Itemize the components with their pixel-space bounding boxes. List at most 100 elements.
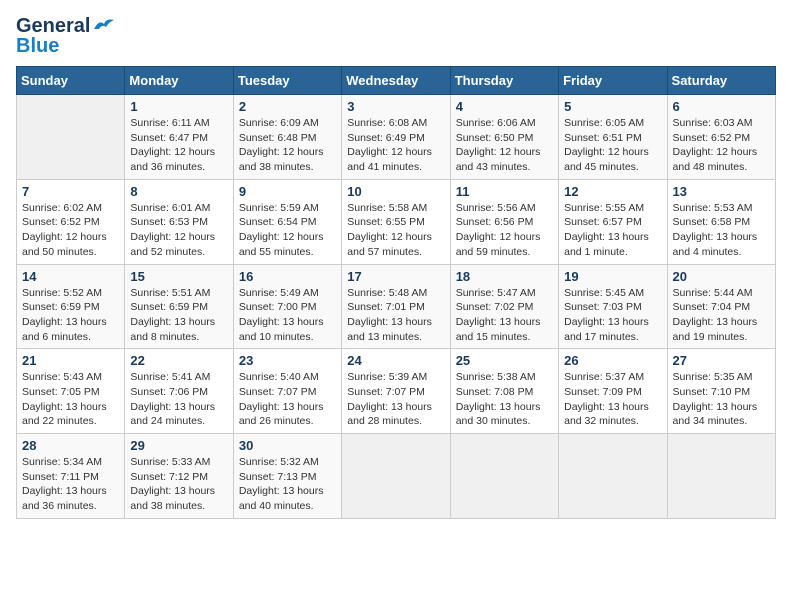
day-number: 27 [673, 353, 770, 368]
day-number: 18 [456, 269, 553, 284]
day-info: Sunrise: 5:52 AM Sunset: 6:59 PM Dayligh… [22, 286, 119, 345]
day-info: Sunrise: 6:08 AM Sunset: 6:49 PM Dayligh… [347, 116, 444, 175]
weekday-header-tuesday: Tuesday [233, 67, 341, 95]
day-info: Sunrise: 5:59 AM Sunset: 6:54 PM Dayligh… [239, 201, 336, 260]
day-info: Sunrise: 5:38 AM Sunset: 7:08 PM Dayligh… [456, 370, 553, 429]
day-info: Sunrise: 5:39 AM Sunset: 7:07 PM Dayligh… [347, 370, 444, 429]
weekday-header-sunday: Sunday [17, 67, 125, 95]
day-info: Sunrise: 5:53 AM Sunset: 6:58 PM Dayligh… [673, 201, 770, 260]
calendar-cell: 29 Sunrise: 5:33 AM Sunset: 7:12 PM Dayli… [125, 434, 233, 519]
day-number: 3 [347, 99, 444, 114]
day-info: Sunrise: 5:51 AM Sunset: 6:59 PM Dayligh… [130, 286, 227, 345]
day-number: 10 [347, 184, 444, 199]
calendar-cell: 28 Sunrise: 5:34 AM Sunset: 7:11 PM Dayli… [17, 434, 125, 519]
calendar-cell: 12 Sunrise: 5:55 AM Sunset: 6:57 PM Dayli… [559, 179, 667, 264]
day-number: 23 [239, 353, 336, 368]
calendar-cell [450, 434, 558, 519]
logo-text: General Blue [16, 16, 114, 56]
day-number: 13 [673, 184, 770, 199]
calendar-cell: 24 Sunrise: 5:39 AM Sunset: 7:07 PM Dayli… [342, 349, 450, 434]
day-info: Sunrise: 6:02 AM Sunset: 6:52 PM Dayligh… [22, 201, 119, 260]
calendar-cell: 19Sunrise: 5:45 AM Sunset: 7:03 PM Dayli… [559, 264, 667, 349]
calendar-week-row: 28 Sunrise: 5:34 AM Sunset: 7:11 PM Dayli… [17, 434, 776, 519]
day-info: Sunrise: 5:49 AM Sunset: 7:00 PM Dayligh… [239, 286, 336, 345]
calendar-cell: 23Sunrise: 5:40 AM Sunset: 7:07 PM Dayli… [233, 349, 341, 434]
day-info: Sunrise: 5:56 AM Sunset: 6:56 PM Dayligh… [456, 201, 553, 260]
weekday-header-wednesday: Wednesday [342, 67, 450, 95]
day-number: 19 [564, 269, 661, 284]
day-number: 25 [456, 353, 553, 368]
day-number: 1 [130, 99, 227, 114]
calendar-cell: 8 Sunrise: 6:01 AM Sunset: 6:53 PM Daylig… [125, 179, 233, 264]
day-number: 24 [347, 353, 444, 368]
day-info: Sunrise: 6:09 AM Sunset: 6:48 PM Dayligh… [239, 116, 336, 175]
calendar-table: SundayMondayTuesdayWednesdayThursdayFrid… [16, 66, 776, 519]
day-info: Sunrise: 5:32 AM Sunset: 7:13 PM Dayligh… [239, 455, 336, 514]
day-info: Sunrise: 5:43 AM Sunset: 7:05 PM Dayligh… [22, 370, 119, 429]
calendar-cell: 20Sunrise: 5:44 AM Sunset: 7:04 PM Dayli… [667, 264, 775, 349]
day-number: 26 [564, 353, 661, 368]
day-info: Sunrise: 5:37 AM Sunset: 7:09 PM Dayligh… [564, 370, 661, 429]
calendar-cell: 17 Sunrise: 5:48 AM Sunset: 7:01 PM Dayli… [342, 264, 450, 349]
calendar-cell: 14Sunrise: 5:52 AM Sunset: 6:59 PM Dayli… [17, 264, 125, 349]
day-number: 2 [239, 99, 336, 114]
calendar-cell: 11 Sunrise: 5:56 AM Sunset: 6:56 PM Dayli… [450, 179, 558, 264]
day-info: Sunrise: 6:01 AM Sunset: 6:53 PM Dayligh… [130, 201, 227, 260]
calendar-cell: 30Sunrise: 5:32 AM Sunset: 7:13 PM Dayli… [233, 434, 341, 519]
calendar-cell: 27Sunrise: 5:35 AM Sunset: 7:10 PM Dayli… [667, 349, 775, 434]
logo: General Blue [16, 16, 114, 56]
calendar-cell: 6 Sunrise: 6:03 AM Sunset: 6:52 PM Daylig… [667, 95, 775, 180]
calendar-cell: 1 Sunrise: 6:11 AM Sunset: 6:47 PM Daylig… [125, 95, 233, 180]
day-number: 22 [130, 353, 227, 368]
day-info: Sunrise: 5:48 AM Sunset: 7:01 PM Dayligh… [347, 286, 444, 345]
calendar-cell: 4 Sunrise: 6:06 AM Sunset: 6:50 PM Daylig… [450, 95, 558, 180]
page-header: General Blue [16, 16, 776, 56]
weekday-header-thursday: Thursday [450, 67, 558, 95]
day-info: Sunrise: 5:55 AM Sunset: 6:57 PM Dayligh… [564, 201, 661, 260]
day-info: Sunrise: 6:03 AM Sunset: 6:52 PM Dayligh… [673, 116, 770, 175]
calendar-week-row: 21Sunrise: 5:43 AM Sunset: 7:05 PM Dayli… [17, 349, 776, 434]
calendar-cell [342, 434, 450, 519]
calendar-cell: 22 Sunrise: 5:41 AM Sunset: 7:06 PM Dayli… [125, 349, 233, 434]
day-number: 11 [456, 184, 553, 199]
day-number: 20 [673, 269, 770, 284]
calendar-cell: 3 Sunrise: 6:08 AM Sunset: 6:49 PM Daylig… [342, 95, 450, 180]
calendar-cell [17, 95, 125, 180]
calendar-week-row: 14Sunrise: 5:52 AM Sunset: 6:59 PM Dayli… [17, 264, 776, 349]
day-number: 16 [239, 269, 336, 284]
day-number: 15 [130, 269, 227, 284]
calendar-header-row: SundayMondayTuesdayWednesdayThursdayFrid… [17, 67, 776, 95]
calendar-cell: 13 Sunrise: 5:53 AM Sunset: 6:58 PM Dayli… [667, 179, 775, 264]
calendar-cell: 26 Sunrise: 5:37 AM Sunset: 7:09 PM Dayli… [559, 349, 667, 434]
calendar-cell: 10 Sunrise: 5:58 AM Sunset: 6:55 PM Dayli… [342, 179, 450, 264]
day-number: 7 [22, 184, 119, 199]
day-info: Sunrise: 5:34 AM Sunset: 7:11 PM Dayligh… [22, 455, 119, 514]
weekday-header-friday: Friday [559, 67, 667, 95]
weekday-header-saturday: Saturday [667, 67, 775, 95]
day-info: Sunrise: 5:33 AM Sunset: 7:12 PM Dayligh… [130, 455, 227, 514]
day-number: 29 [130, 438, 227, 453]
calendar-cell: 9Sunrise: 5:59 AM Sunset: 6:54 PM Daylig… [233, 179, 341, 264]
logo-blue-text: Blue [16, 36, 114, 56]
calendar-cell [559, 434, 667, 519]
day-number: 12 [564, 184, 661, 199]
day-number: 4 [456, 99, 553, 114]
calendar-cell: 2 Sunrise: 6:09 AM Sunset: 6:48 PM Daylig… [233, 95, 341, 180]
calendar-cell: 5 Sunrise: 6:05 AM Sunset: 6:51 PM Daylig… [559, 95, 667, 180]
day-number: 28 [22, 438, 119, 453]
day-info: Sunrise: 5:58 AM Sunset: 6:55 PM Dayligh… [347, 201, 444, 260]
calendar-cell: 25 Sunrise: 5:38 AM Sunset: 7:08 PM Dayli… [450, 349, 558, 434]
day-number: 6 [673, 99, 770, 114]
day-info: Sunrise: 6:06 AM Sunset: 6:50 PM Dayligh… [456, 116, 553, 175]
calendar-cell: 21Sunrise: 5:43 AM Sunset: 7:05 PM Dayli… [17, 349, 125, 434]
day-info: Sunrise: 6:11 AM Sunset: 6:47 PM Dayligh… [130, 116, 227, 175]
calendar-week-row: 1 Sunrise: 6:11 AM Sunset: 6:47 PM Daylig… [17, 95, 776, 180]
day-number: 8 [130, 184, 227, 199]
day-number: 5 [564, 99, 661, 114]
calendar-week-row: 7 Sunrise: 6:02 AM Sunset: 6:52 PM Daylig… [17, 179, 776, 264]
logo-general-text: General [16, 16, 90, 36]
day-info: Sunrise: 5:41 AM Sunset: 7:06 PM Dayligh… [130, 370, 227, 429]
day-number: 17 [347, 269, 444, 284]
day-info: Sunrise: 6:05 AM Sunset: 6:51 PM Dayligh… [564, 116, 661, 175]
logo-bird-icon [92, 17, 114, 33]
